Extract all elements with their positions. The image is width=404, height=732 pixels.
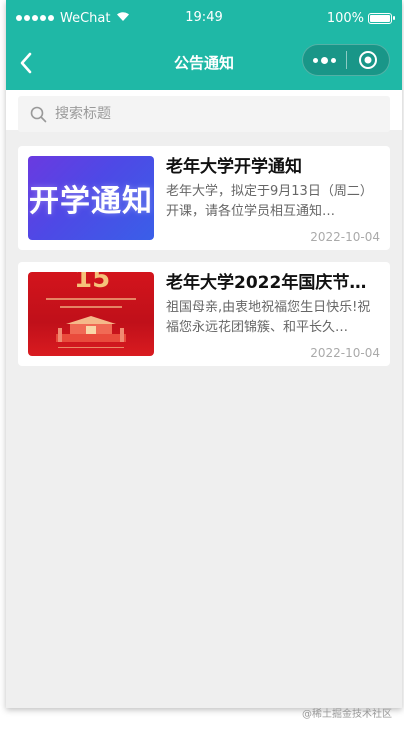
battery-indicator: 100% (326, 10, 395, 26)
notice-card[interactable]: 15 老年大学2022年国庆节… 祖国母亲,由衷地祝福您生日快乐!祝福您永远花团… (18, 262, 390, 366)
battery-percent: 100% (326, 10, 364, 26)
notice-date: 2022-10-04 (310, 346, 380, 360)
header: WeChat 100% 19:49 公告通知 (6, 0, 402, 90)
phone-screen: WeChat 100% 19:49 公告通知 搜索标题 开学通知 老年大学开学通… (6, 0, 402, 708)
search-input[interactable] (53, 105, 307, 123)
notice-description: 祖国母亲,由衷地祝福您生日快乐!祝福您永远花团锦簇、和平长久… (166, 300, 371, 335)
notice-title: 老年大学开学通知 (166, 157, 302, 177)
notice-info: 老年大学2022年国庆节… 祖国母亲,由衷地祝福您生日快乐!祝福您永远花团锦簇、… (166, 272, 380, 360)
tiananmen-illustration (56, 316, 126, 342)
thumbnail-text: 开学通知 (29, 184, 153, 219)
notice-card[interactable]: 开学通知 老年大学开学通知 老年大学，拟定于9月13日（周二）开课，请各位学员相… (18, 146, 390, 250)
more-dots-icon (313, 57, 318, 63)
navigation-bar: 公告通知 (6, 36, 402, 90)
search-icon (30, 106, 47, 122)
thumbnail-text: 15 (74, 272, 111, 294)
signal-indicator: WeChat (16, 11, 130, 26)
close-mini-program-button[interactable] (347, 44, 389, 76)
notice-thumbnail: 15 (28, 272, 154, 356)
notice-description: 老年大学，拟定于9月13日（周二）开课，请各位学员相互通知… (166, 184, 373, 219)
status-bar: WeChat 100% (6, 0, 402, 36)
battery-icon (368, 12, 395, 24)
carrier-name: WeChat (60, 10, 111, 26)
notice-info: 老年大学开学通知 老年大学，拟定于9月13日（周二）开课，请各位学员相互通知… … (166, 156, 380, 244)
notice-title: 老年大学2022年国庆节… (166, 273, 367, 293)
wifi-icon (116, 11, 130, 25)
more-button[interactable] (303, 44, 346, 76)
watermark: @稀土掘金技术社区 (302, 709, 392, 720)
search-box[interactable] (18, 96, 390, 132)
notice-list: 开学通知 老年大学开学通知 老年大学，拟定于9月13日（周二）开课，请各位学员相… (6, 146, 402, 366)
mini-program-capsule (302, 44, 390, 76)
target-close-icon (358, 51, 377, 69)
notice-date: 2022-10-04 (310, 230, 380, 244)
notice-thumbnail: 开学通知 (28, 156, 154, 240)
